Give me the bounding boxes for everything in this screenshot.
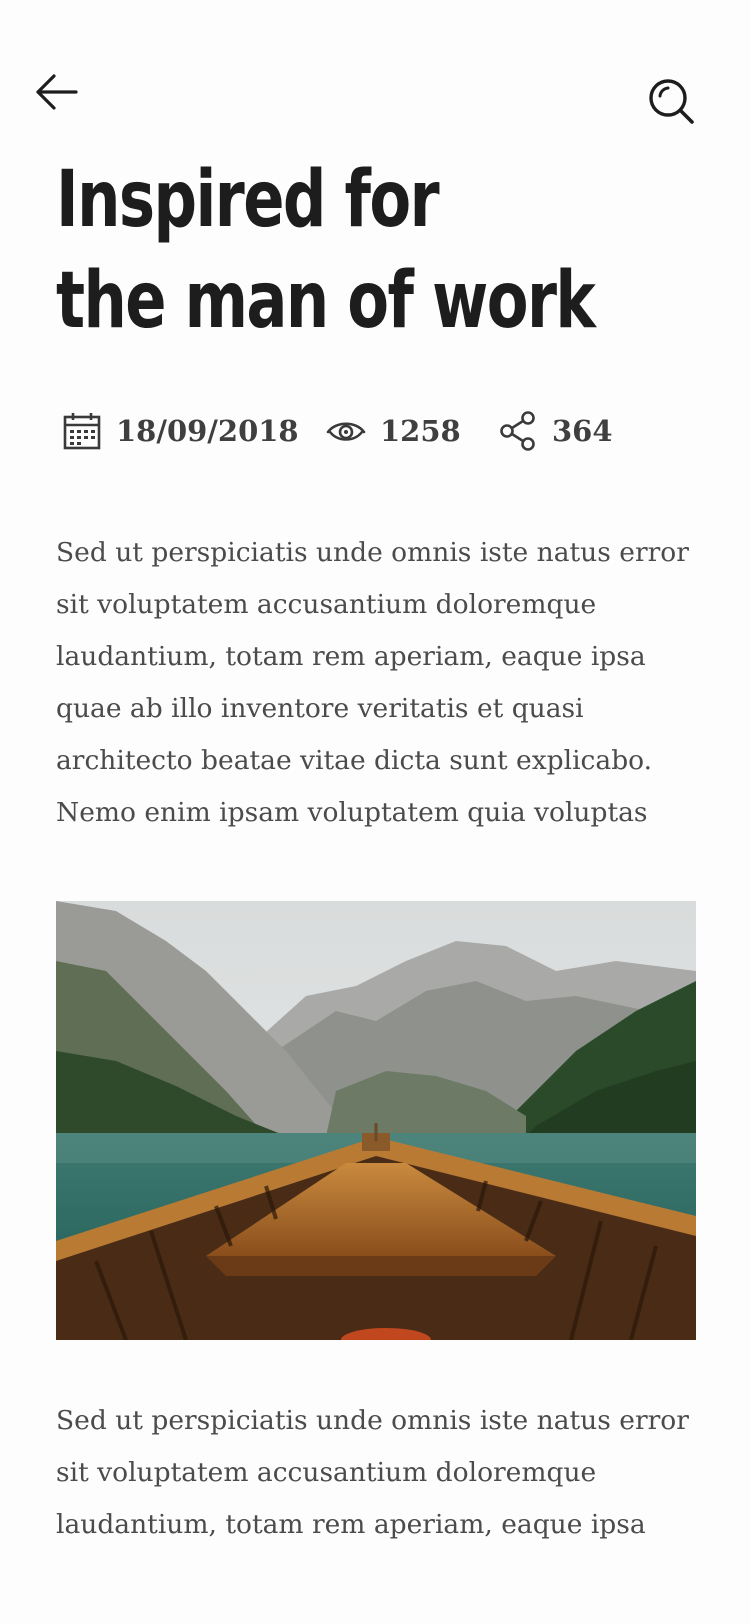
paragraph-line: laudantium, totam rem aperiam, eaque ips… xyxy=(56,1509,646,1540)
article-title-line-2: the man of work xyxy=(56,256,596,346)
hero-image-lake-boat xyxy=(56,901,696,1340)
meta-date-value: 18/09/2018 xyxy=(116,414,299,448)
paragraph-line: sit voluptatem accusantium doloremque xyxy=(56,589,597,620)
hero-image-illustration xyxy=(56,901,696,1340)
article-title-line-1: Inspired for xyxy=(56,155,440,245)
meta-shares[interactable]: 364 xyxy=(498,404,613,458)
search-button[interactable] xyxy=(642,72,702,132)
paragraph-line: sit voluptatem accusantium doloremque xyxy=(56,1457,597,1488)
meta-date: 18/09/2018 xyxy=(62,404,299,458)
paragraph-line: Sed ut perspiciatis unde omnis iste natu… xyxy=(56,1405,689,1436)
calendar-icon xyxy=(63,413,101,450)
top-bar xyxy=(0,0,750,140)
share-icon xyxy=(500,411,535,451)
article-page: Inspired for the man of work 18/09/2018 xyxy=(0,0,750,1624)
paragraph-line: architecto beatae vitae dicta sunt expli… xyxy=(56,745,653,776)
meta-views: 1258 xyxy=(326,404,461,458)
article-title: Inspired for the man of work xyxy=(56,150,596,352)
paragraph-line: Nemo enim ipsam voluptatem quia voluptas xyxy=(56,797,648,828)
article-paragraph-2: Sed ut perspiciatis unde omnis iste natu… xyxy=(56,1395,706,1551)
meta-shares-value: 364 xyxy=(552,414,613,448)
article-paragraph-1: Sed ut perspiciatis unde omnis iste natu… xyxy=(56,527,706,839)
article-meta: 18/09/2018 1258 364 xyxy=(0,404,750,458)
paragraph-line: laudantium, totam rem aperiam, eaque ips… xyxy=(56,641,646,672)
back-button[interactable] xyxy=(28,64,84,120)
paragraph-line: Sed ut perspiciatis unde omnis iste natu… xyxy=(56,537,689,568)
meta-views-value: 1258 xyxy=(380,414,461,448)
paragraph-line: quae ab illo inventore veritatis et quas… xyxy=(56,693,584,724)
search-icon xyxy=(649,79,694,124)
arrow-left-icon xyxy=(36,74,78,110)
eye-icon xyxy=(326,422,366,441)
